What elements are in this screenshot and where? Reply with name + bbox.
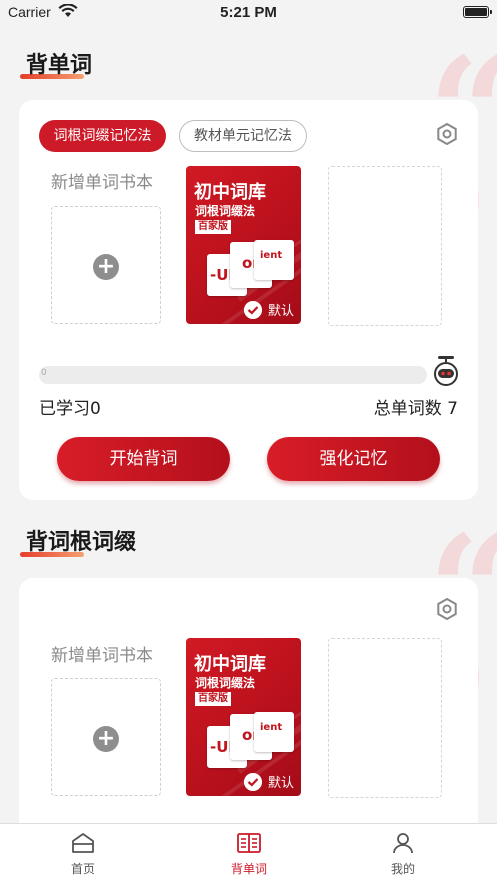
- gear-icon[interactable]: [436, 598, 458, 620]
- wordbook-badge: 百家版: [195, 220, 231, 234]
- battery-icon: [463, 6, 492, 18]
- home-icon: [72, 833, 94, 853]
- empty-wordbook-slot: [328, 638, 442, 798]
- tab-mine[interactable]: 我的: [363, 832, 443, 877]
- tab-home[interactable]: 首页: [43, 832, 123, 877]
- empty-wordbook-slot: [328, 166, 442, 326]
- progress-bar: [39, 366, 427, 384]
- tab-memorize-words-label: 背单词: [230, 862, 267, 876]
- wordbook-badge: 百家版: [195, 692, 231, 706]
- progress-percent: 0: [41, 368, 47, 378]
- profile-icon: [393, 833, 413, 854]
- wordbook-sheet: ient: [254, 712, 294, 752]
- default-label: 默认: [268, 776, 295, 791]
- wordbook-sheet: ient: [254, 240, 294, 280]
- wordbook-sheet-text: ient: [260, 250, 283, 261]
- add-wordbook-label: 新增单词书本: [51, 646, 153, 666]
- tab-root-affix-method[interactable]: 词根词缀记忆法: [39, 120, 166, 152]
- start-memorize-button[interactable]: 开始背词: [57, 437, 230, 481]
- wordbook-card[interactable]: 初中词库 词根词缀法 百家版 -UP on ient 默认: [186, 166, 301, 324]
- wordbook-card[interactable]: 初中词库 词根词缀法 百家版 -UP on ient 默认: [186, 638, 301, 796]
- robot-mascot-icon: [434, 356, 458, 386]
- tab-textbook-unit-method[interactable]: 教材单元记忆法: [179, 120, 307, 152]
- wordbook-title: 初中词库: [194, 182, 266, 203]
- wordbook-subtitle: 词根词缀法: [195, 676, 256, 690]
- total-word-count: 总单词数 7: [373, 399, 458, 419]
- status-time: 5:21 PM: [220, 4, 277, 21]
- plus-icon: +: [93, 254, 119, 280]
- default-label: 默认: [268, 304, 295, 319]
- learned-count: 已学习0: [39, 399, 101, 419]
- tab-mine-label: 我的: [390, 862, 415, 876]
- add-wordbook-button[interactable]: +: [51, 206, 161, 324]
- memorize-words-card: 词根词缀记忆法 教材单元记忆法 新增单词书本 + 初中词库 词根词缀法 百家版 …: [19, 100, 478, 500]
- add-wordbook-button[interactable]: +: [51, 678, 161, 796]
- book-icon: [237, 833, 261, 853]
- tab-home-label: 首页: [70, 862, 95, 876]
- wordbook-subtitle: 词根词缀法: [195, 204, 256, 218]
- root-affix-card: 新增单词书本 + 初中词库 词根词缀法 百家版 -UP on ient 默认: [19, 578, 478, 838]
- check-icon: [244, 773, 262, 791]
- check-icon: [244, 301, 262, 319]
- reinforce-memory-button[interactable]: 强化记忆: [267, 437, 440, 481]
- tab-memorize-words[interactable]: 背单词: [209, 832, 289, 877]
- section-title-root-affix: 背词根词缀: [26, 530, 137, 555]
- plus-icon: +: [93, 726, 119, 752]
- wordbook-sheet-text: ient: [260, 722, 283, 733]
- gear-icon[interactable]: [436, 123, 458, 145]
- bottom-tab-bar: 首页 背单词 我的: [0, 823, 497, 884]
- section-title-memorize-words: 背单词: [26, 53, 93, 78]
- add-wordbook-label: 新增单词书本: [51, 173, 153, 193]
- wordbook-title: 初中词库: [194, 654, 266, 675]
- status-bar: Carrier 5:21 PM: [0, 0, 497, 26]
